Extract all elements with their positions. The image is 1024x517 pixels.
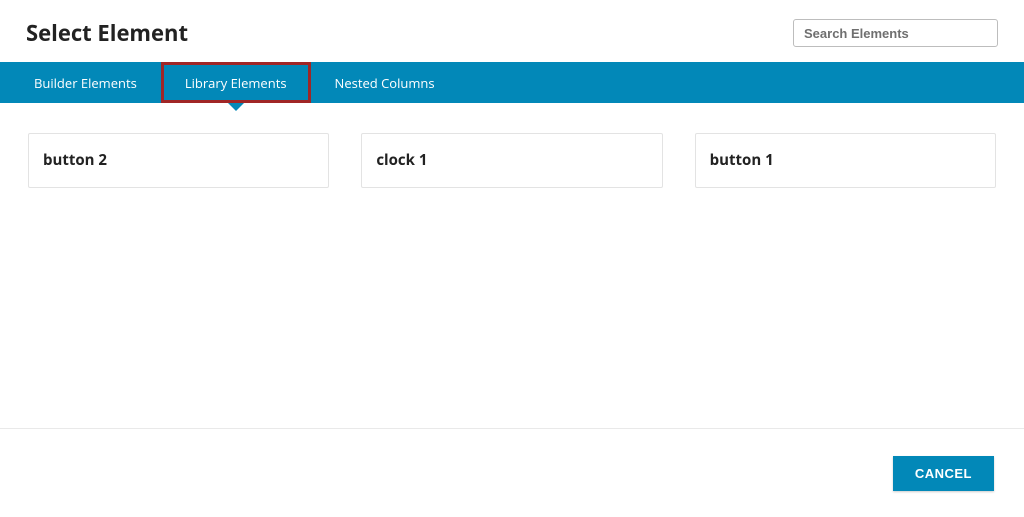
tab-bar: Builder Elements Library Elements Nested… xyxy=(0,62,1024,103)
search-input[interactable] xyxy=(793,19,998,47)
tab-nested-columns[interactable]: Nested Columns xyxy=(311,62,459,103)
divider xyxy=(0,428,1024,429)
dialog-header: Select Element xyxy=(0,0,1024,62)
element-card[interactable]: button 2 xyxy=(28,133,329,188)
page-title: Select Element xyxy=(26,18,188,48)
tab-builder-elements[interactable]: Builder Elements xyxy=(0,62,161,103)
cancel-button[interactable]: CANCEL xyxy=(893,456,994,491)
element-card[interactable]: clock 1 xyxy=(361,133,662,188)
tab-library-elements[interactable]: Library Elements xyxy=(161,62,311,103)
element-card[interactable]: button 1 xyxy=(695,133,996,188)
element-grid: button 2 clock 1 button 1 xyxy=(0,103,1024,218)
